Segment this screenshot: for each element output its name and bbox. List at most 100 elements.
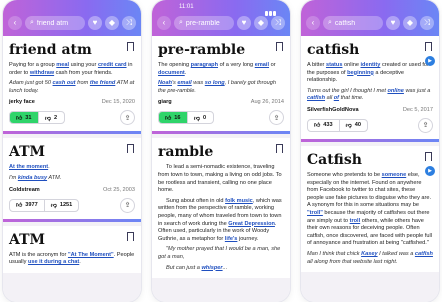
word-link[interactable]: At the moment xyxy=(9,164,48,170)
bookmark-icon[interactable] xyxy=(127,42,134,54)
card-meta: jerky face Dec 15, 2020 xyxy=(9,99,135,105)
word-link[interactable]: online xyxy=(387,88,403,94)
word-link[interactable]: so long xyxy=(205,80,225,86)
heart-icon[interactable]: ♥ xyxy=(88,16,102,30)
definitions-list[interactable]: catfish ▶ A bitter status online identit… xyxy=(301,36,439,302)
definition-text: Someone who pretends to be someone else,… xyxy=(307,171,432,247)
app-bar: 11:01 ‹ ⌕ pre-ramble ♥ ◆ ⤨ xyxy=(152,0,290,36)
bookmark-icon[interactable] xyxy=(425,151,432,164)
vote-group: 👍︎ 3977 👎︎ 1251 xyxy=(9,198,80,212)
bookmark-icon[interactable] xyxy=(276,144,283,157)
post-date: Dec 15, 2020 xyxy=(101,99,135,106)
word-link[interactable]: Kasey xyxy=(361,251,377,257)
author-name[interactable]: giarg xyxy=(158,99,172,105)
word-link[interactable]: whisper xyxy=(201,265,222,271)
word-link[interactable]: cash out xyxy=(53,80,76,86)
word-link[interactable]: folk music xyxy=(225,198,253,204)
card-divider xyxy=(301,138,439,142)
downvote-button[interactable]: 👎︎ 0 xyxy=(186,112,213,124)
word-link[interactable]: beginning xyxy=(347,70,374,76)
vote-group: 👍︎ 16 👎︎ 0 xyxy=(158,111,214,125)
badge-icon[interactable]: ◆ xyxy=(403,16,417,30)
downvote-button[interactable]: 👎︎ 40 xyxy=(338,119,367,131)
bookmark-icon[interactable] xyxy=(276,42,283,54)
word-link[interactable]: identity xyxy=(361,62,381,68)
word-link[interactable]: email xyxy=(255,62,269,68)
author-name[interactable]: SilverfishGoldNova xyxy=(307,107,359,113)
shuffle-icon[interactable]: ⤨ xyxy=(271,16,285,30)
definition-text: At the moment. xyxy=(9,164,50,171)
word-link[interactable]: withdraw xyxy=(30,70,54,76)
upvote-button[interactable]: 👍︎ 16 xyxy=(159,112,187,124)
word-link[interactable]: paragraph xyxy=(191,62,218,68)
word-link[interactable]: document xyxy=(158,70,185,76)
word-link[interactable]: "At The Moment" xyxy=(68,252,114,258)
word-link[interactable]: kinda busy xyxy=(18,175,47,181)
word-link[interactable]: Great Depression xyxy=(228,221,275,227)
thumb-down-icon: 👎︎ xyxy=(50,203,57,210)
search-field[interactable]: ⌕ friend atm xyxy=(25,16,85,30)
word-link[interactable]: someone xyxy=(382,172,407,178)
upvote-button[interactable]: 👍︎ 3977 xyxy=(10,200,44,211)
word-link[interactable]: email xyxy=(177,80,191,86)
example-text: But can just a whisper... xyxy=(166,264,228,271)
chevron-left-icon[interactable]: ‹ xyxy=(8,16,22,30)
definitions-list[interactable]: pre-ramble The opening paragraph of a ve… xyxy=(152,36,290,302)
badge-icon[interactable]: ◆ xyxy=(105,16,119,30)
card-meta: SilverfishGoldNova Dec 5, 2017 xyxy=(307,107,433,113)
word-link[interactable]: catfish xyxy=(415,251,433,257)
thumb-up-icon: 👍︎ xyxy=(314,123,321,130)
status-bar xyxy=(8,2,136,12)
word-link[interactable]: meal xyxy=(56,62,69,68)
heart-icon[interactable]: ♥ xyxy=(386,16,400,30)
chevron-left-icon[interactable]: ‹ xyxy=(306,16,320,30)
toolbar: ‹ ⌕ friend atm ♥ ◆ ⤨ xyxy=(8,12,136,34)
upvote-button[interactable]: 👍︎ 433 xyxy=(308,120,339,131)
bookmark-icon[interactable] xyxy=(127,144,134,157)
chevron-left-icon[interactable]: ‹ xyxy=(157,16,171,30)
word-link[interactable]: the friend xyxy=(90,80,115,86)
word-title: ATM xyxy=(9,144,46,161)
app-bar: ‹ ⌕ friend atm ♥ ◆ ⤨ xyxy=(3,0,141,36)
badge-icon[interactable]: ◆ xyxy=(254,16,268,30)
shuffle-icon[interactable]: ⤨ xyxy=(122,16,136,30)
search-field[interactable]: ⌕ catfish xyxy=(323,16,383,30)
word-link[interactable]: status xyxy=(326,62,342,68)
word-link[interactable]: credit card xyxy=(98,62,127,68)
thumb-down-icon: 👎︎ xyxy=(345,123,352,130)
author-name[interactable]: jerky face xyxy=(9,99,35,105)
share-icon[interactable]: ⇪ xyxy=(120,110,135,126)
share-icon[interactable]: ⇪ xyxy=(120,197,135,213)
word-link[interactable]: "troll" xyxy=(307,210,323,216)
downvote-button[interactable]: 👎︎ 2 xyxy=(37,112,64,124)
word-link[interactable]: Noah xyxy=(158,80,172,86)
definition-text: Paying for a group meal using your credi… xyxy=(9,62,133,76)
share-icon[interactable]: ⇪ xyxy=(418,117,433,133)
word-link[interactable]: use it during a chat xyxy=(28,259,79,265)
card-actions: 👍︎ 31 👎︎ 2 ⇪ xyxy=(9,110,135,126)
play-icon[interactable]: ▶ xyxy=(425,165,435,176)
word-title: friend atm xyxy=(9,42,92,58)
shuffle-icon[interactable]: ⤨ xyxy=(420,16,434,30)
bookmark-icon[interactable] xyxy=(425,42,432,54)
definition-card: pre-ramble The opening paragraph of a ve… xyxy=(152,36,290,132)
share-icon[interactable]: ⇪ xyxy=(269,110,284,126)
bookmark-icon[interactable] xyxy=(127,231,134,244)
thumb-down-icon: 👎︎ xyxy=(44,115,51,122)
example-text: Noah's email was so long, I barely got t… xyxy=(158,80,276,94)
word-link[interactable]: catfish xyxy=(307,95,325,101)
app-bar: ‹ ⌕ catfish ♥ ◆ ⤨ xyxy=(301,0,439,36)
author-name[interactable]: Coldstream xyxy=(9,187,40,193)
play-icon[interactable]: ▶ xyxy=(425,56,435,66)
definition-text: ATM is the acronym for "At The Moment". … xyxy=(9,251,135,266)
word-link[interactable]: troll xyxy=(350,218,361,224)
search-field[interactable]: ⌕ pre-ramble xyxy=(174,16,234,30)
example-text: "My mother prayed that I would be a man,… xyxy=(158,246,281,260)
thumb-down-icon: 👎︎ xyxy=(193,115,200,122)
upvote-button[interactable]: 👍︎ 31 xyxy=(10,112,38,124)
downvote-button[interactable]: 👎︎ 1251 xyxy=(43,199,79,211)
example-text: Adam just got 50 cash out from the frien… xyxy=(9,80,135,94)
definitions-list[interactable]: friend atm Paying for a group meal using… xyxy=(3,36,141,302)
heart-icon[interactable]: ♥ xyxy=(237,16,251,30)
word-link[interactable]: life's xyxy=(225,236,238,242)
